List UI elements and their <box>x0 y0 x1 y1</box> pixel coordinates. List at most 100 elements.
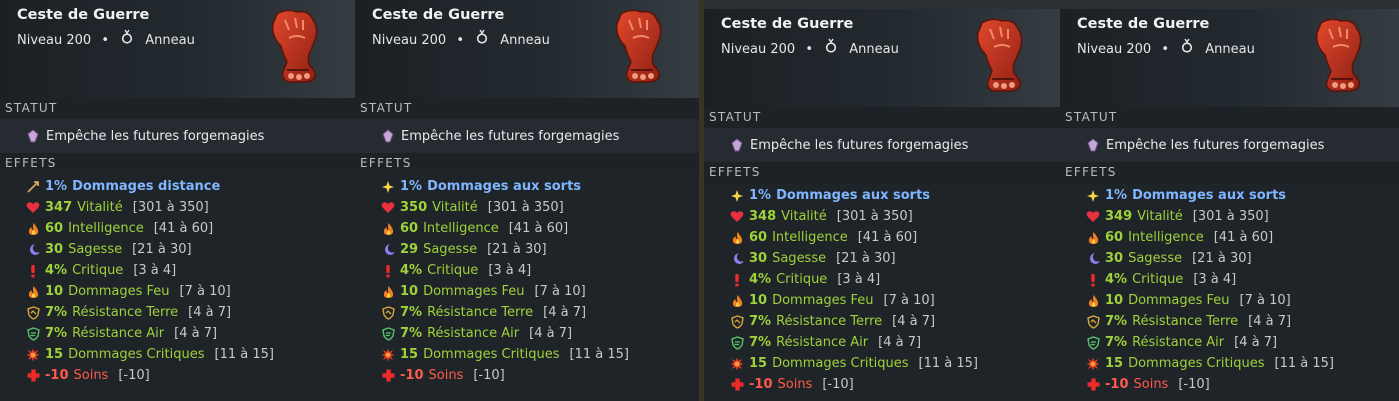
earth-shield-icon <box>26 305 40 320</box>
heart-icon <box>381 201 395 215</box>
exclamation-icon <box>1086 273 1100 287</box>
gauntlet-icon <box>607 6 673 86</box>
effect-row: 7% Résistance Terre [4 à 7] <box>0 302 355 323</box>
effect-range: [-10] <box>473 368 505 383</box>
air-shield-icon <box>381 326 395 341</box>
effect-value: 29 <box>400 242 419 257</box>
item-name: Ceste de Guerre <box>17 7 150 23</box>
effect-name: Sagesse <box>1128 251 1183 266</box>
effect-row: 29 Sagesse [21 à 30] <box>355 239 699 260</box>
burst-icon <box>26 348 40 362</box>
moon-icon <box>381 243 395 257</box>
effect-name: Résistance Terre <box>1132 314 1239 329</box>
cross-icon <box>381 369 395 383</box>
effects-list: 1% Dommages aux sorts 350 Vitalité [301 à 35… <box>355 174 699 386</box>
effect-range: [7 à 10] <box>534 284 586 299</box>
effect-value: 7% <box>749 314 772 329</box>
effect-name: Intelligence <box>68 221 144 236</box>
fire-icon <box>1086 231 1100 245</box>
effect-value: 1% <box>45 179 68 194</box>
effect-value: 7% <box>1105 314 1128 329</box>
effect-value: 10 <box>749 293 768 308</box>
effect-range: [41 à 60] <box>153 221 214 236</box>
effect-row: 347 Vitalité [301 à 350] <box>0 197 355 218</box>
effect-value: 349 <box>1105 209 1133 224</box>
effect-value: 10 <box>1105 293 1124 308</box>
effect-name: Critique <box>1132 272 1184 287</box>
effect-range: [3 à 4] <box>837 272 881 287</box>
effects-list: 1% Dommages aux sorts 348 Vitalité [301 à 35… <box>704 183 1060 395</box>
ring-icon <box>474 29 490 48</box>
effect-range: [41 à 60] <box>857 230 918 245</box>
gem-icon <box>1087 138 1099 152</box>
fire-icon <box>381 222 395 236</box>
effects-list: 1% Dommages distance 347 Vitalité [301 à 350… <box>0 174 355 386</box>
status-header: STATUT <box>704 107 1060 128</box>
effect-name: Vitalité <box>77 200 123 215</box>
effect-range: [11 à 15] <box>214 347 274 362</box>
effect-row: 60 Intelligence [41 à 60] <box>355 218 699 239</box>
effect-range: [4 à 7] <box>892 314 936 329</box>
effect-range: [301 à 350] <box>1192 209 1269 224</box>
status-text: Empêche les futures forgemagies <box>1106 137 1325 153</box>
effect-name: Sagesse <box>772 251 827 266</box>
ring-icon <box>1179 38 1195 57</box>
effect-name: Résistance Air <box>427 326 520 341</box>
separator: • <box>101 33 109 48</box>
effect-value: 30 <box>45 242 64 257</box>
effect-value: 15 <box>400 347 419 362</box>
exclamation-icon <box>26 264 40 278</box>
effect-name: Dommages Critiques <box>423 347 560 362</box>
effect-name: Dommages Feu <box>772 293 874 308</box>
effect-range: [4 à 7] <box>1248 314 1292 329</box>
burst-icon <box>1086 357 1100 371</box>
air-shield-icon <box>730 335 744 350</box>
item-name: Ceste de Guerre <box>1077 16 1210 32</box>
effect-range: [7 à 10] <box>1239 293 1291 308</box>
effects-header: EFFETS <box>1060 162 1399 183</box>
effect-value: -10 <box>400 368 424 383</box>
effect-range: [4 à 7] <box>878 335 922 350</box>
effect-name: Dommages Feu <box>423 284 525 299</box>
effect-range: [11 à 15] <box>569 347 629 362</box>
item-type: Anneau <box>500 33 550 48</box>
item-header: Ceste de Guerre Niveau 200 • Anneau <box>1060 9 1399 107</box>
effect-row: 7% Résistance Terre [4 à 7] <box>1060 311 1399 332</box>
cross-icon <box>730 378 744 392</box>
earth-shield-icon <box>1086 314 1100 329</box>
cross-icon <box>26 369 40 383</box>
effect-range: [11 à 15] <box>1274 356 1334 371</box>
effect-name: Soins <box>428 368 464 383</box>
effect-value: 60 <box>400 221 419 236</box>
effect-row: 4% Critique [3 à 4] <box>0 260 355 281</box>
effect-value: 7% <box>1105 335 1128 350</box>
item-level: Niveau 200 <box>17 33 92 48</box>
effect-row: 7% Résistance Terre [4 à 7] <box>355 302 699 323</box>
effect-name: Sagesse <box>423 242 478 257</box>
effect-row: 7% Résistance Terre [4 à 7] <box>704 311 1060 332</box>
effect-name: Résistance Terre <box>427 305 534 320</box>
effect-range: [-10] <box>1178 377 1210 392</box>
effect-range: [3 à 4] <box>133 263 177 278</box>
effect-row: 4% Critique [3 à 4] <box>1060 269 1399 290</box>
effect-row: 10 Dommages Feu [7 à 10] <box>355 281 699 302</box>
effect-range: [-10] <box>822 377 854 392</box>
effects-header: EFFETS <box>355 153 699 174</box>
item-name: Ceste de Guerre <box>721 16 854 32</box>
effect-row: 60 Intelligence [41 à 60] <box>704 227 1060 248</box>
background-gap <box>1060 0 1399 9</box>
effect-value: 4% <box>749 272 772 287</box>
item-tooltip-panel: Ceste de Guerre Niveau 200 • Anneau STAT… <box>0 0 355 401</box>
item-subtitle: Niveau 200 • Anneau <box>1077 38 1255 57</box>
effect-value: 15 <box>749 356 768 371</box>
fire-icon <box>1086 294 1100 308</box>
effect-name: Dommages Feu <box>68 284 170 299</box>
status-row: Empêche les futures forgemagies <box>355 119 699 153</box>
effect-value: 7% <box>400 305 423 320</box>
effect-name: Vitalité <box>781 209 827 224</box>
effect-row: -10 Soins [-10] <box>0 365 355 386</box>
cross-icon <box>1086 378 1100 392</box>
effect-row: -10 Soins [-10] <box>704 374 1060 395</box>
exclamation-icon <box>381 264 395 278</box>
effect-value: 30 <box>1105 251 1124 266</box>
